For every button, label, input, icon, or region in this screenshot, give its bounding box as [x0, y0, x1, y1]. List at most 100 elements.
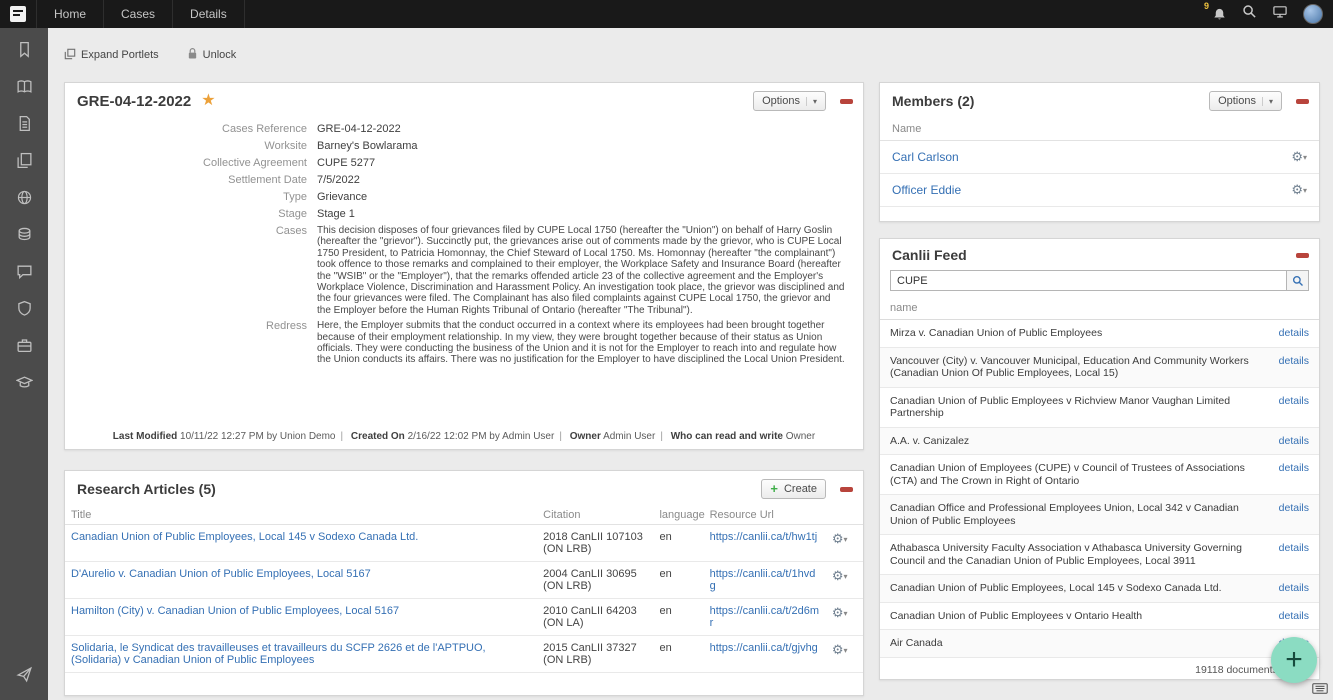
- canlii-column-header: name: [880, 298, 1319, 320]
- case-name: Canadian Office and Professional Employe…: [890, 502, 1269, 527]
- row-actions-gear-icon[interactable]: ⚙▾: [832, 642, 848, 657]
- field-label: Collective Agreement: [77, 157, 307, 170]
- article-citation: 2015 CanLII 37327 (ON LRB): [537, 636, 653, 673]
- field-value: GRE-04-12-2022: [317, 123, 845, 136]
- graduation-icon[interactable]: [16, 374, 33, 396]
- coins-icon[interactable]: [16, 226, 33, 248]
- article-citation: 2004 CanLII 30695 (ON LRB): [537, 562, 653, 599]
- screens-icon[interactable]: [1272, 4, 1288, 24]
- chat-icon[interactable]: [16, 263, 33, 285]
- members-minimize-button[interactable]: [1296, 99, 1309, 104]
- favorite-star-icon[interactable]: ★: [201, 94, 215, 108]
- notifications-bell-icon[interactable]: 9: [1212, 7, 1227, 22]
- case-fields: Cases ReferenceGRE-04-12-2022 WorksiteBa…: [65, 117, 863, 366]
- details-link[interactable]: details: [1279, 327, 1309, 340]
- unlock-button[interactable]: Unlock: [187, 47, 237, 63]
- case-options-button[interactable]: Options▾: [753, 91, 826, 111]
- case-title: GRE-04-12-2022: [77, 93, 191, 110]
- field-label: Settlement Date: [77, 174, 307, 187]
- details-link[interactable]: details: [1279, 435, 1309, 448]
- article-url-link[interactable]: https://canlii.ca/t/2d6mr: [710, 605, 819, 629]
- nav-item-details[interactable]: Details: [172, 0, 245, 28]
- row-actions-gear-icon[interactable]: ⚙▾: [832, 531, 848, 546]
- field-value: CUPE 5277: [317, 157, 845, 170]
- list-item: Canadian Office and Professional Employe…: [880, 495, 1319, 535]
- shield-icon[interactable]: [16, 300, 33, 322]
- article-language: en: [653, 525, 703, 562]
- book-icon[interactable]: [16, 78, 33, 100]
- field-label: Redress: [77, 320, 307, 366]
- bookmark-icon[interactable]: [16, 41, 33, 63]
- members-column-header: Name: [880, 117, 1319, 141]
- search-icon[interactable]: [1242, 4, 1257, 24]
- expand-portlets-button[interactable]: Expand Portlets: [64, 48, 159, 63]
- nav-item-cases[interactable]: Cases: [103, 0, 172, 28]
- globe-icon[interactable]: [16, 189, 33, 211]
- list-item: Canadian Union of Public Employees v Ont…: [880, 603, 1319, 631]
- field-label: Cases: [77, 225, 307, 316]
- table-row: Solidaria, le Syndicat des travailleuses…: [65, 636, 863, 673]
- member-name-link[interactable]: Officer Eddie: [892, 183, 961, 197]
- member-actions-gear-icon[interactable]: ⚙▾: [1291, 182, 1307, 198]
- article-language: en: [653, 599, 703, 636]
- add-fab-button[interactable]: +: [1271, 637, 1317, 683]
- field-value: Stage 1: [317, 208, 845, 221]
- article-language: en: [653, 636, 703, 673]
- article-title-link[interactable]: Solidaria, le Syndicat des travailleuses…: [71, 642, 486, 666]
- row-actions-gear-icon[interactable]: ⚙▾: [832, 605, 848, 620]
- field-label: Cases Reference: [77, 123, 307, 136]
- list-item: A.A. v. Canizalez details: [880, 428, 1319, 456]
- table-row: D'Aurelio v. Canadian Union of Public Em…: [65, 562, 863, 599]
- article-url-link[interactable]: https://canlii.ca/t/1hvdg: [710, 568, 816, 592]
- case-minimize-button[interactable]: [840, 99, 853, 104]
- member-actions-gear-icon[interactable]: ⚙▾: [1291, 149, 1307, 165]
- column-header-citation: Citation: [537, 506, 653, 525]
- canlii-search-input[interactable]: [890, 270, 1286, 291]
- document-icon[interactable]: [16, 115, 33, 137]
- details-link[interactable]: details: [1279, 502, 1309, 527]
- details-link[interactable]: details: [1279, 542, 1309, 567]
- details-link[interactable]: details: [1279, 610, 1309, 623]
- briefcase-icon[interactable]: [16, 337, 33, 359]
- field-value: 7/5/2022: [317, 174, 845, 187]
- plus-icon: +: [770, 484, 778, 494]
- field-value-cases: This decision disposes of four grievance…: [317, 225, 845, 316]
- case-panel: GRE-04-12-2022 ★ Options▾ Cases Referenc…: [64, 82, 864, 450]
- pagination: |< < > >|: [880, 678, 1319, 681]
- field-value: Barney's Bowlarama: [317, 140, 845, 153]
- case-audit-line: Last Modified 10/11/22 12:27 PM by Union…: [65, 431, 863, 442]
- chevron-down-icon: ▾: [806, 97, 817, 106]
- send-icon[interactable]: [16, 666, 33, 688]
- keyboard-icon[interactable]: [1312, 681, 1328, 699]
- article-citation: 2018 CanLII 107103 (ON LRB): [537, 525, 653, 562]
- details-link[interactable]: details: [1279, 462, 1309, 487]
- canlii-search-button[interactable]: [1286, 270, 1309, 291]
- article-title-link[interactable]: D'Aurelio v. Canadian Union of Public Em…: [71, 568, 371, 580]
- canlii-results-list: Mirza v. Canadian Union of Public Employ…: [880, 320, 1319, 658]
- article-url-link[interactable]: https://canlii.ca/t/gjvhg: [710, 642, 818, 654]
- notification-count-badge: 9: [1204, 1, 1209, 11]
- field-label: Stage: [77, 208, 307, 221]
- member-name-link[interactable]: Carl Carlson: [892, 150, 959, 164]
- canlii-minimize-button[interactable]: [1296, 253, 1309, 258]
- article-url-link[interactable]: https://canlii.ca/t/hw1tj: [710, 531, 818, 543]
- members-options-button[interactable]: Options▾: [1209, 91, 1282, 111]
- row-actions-gear-icon[interactable]: ⚙▾: [832, 568, 848, 583]
- details-link[interactable]: details: [1279, 582, 1309, 595]
- details-link[interactable]: details: [1279, 395, 1309, 420]
- case-name: Canadian Union of Public Employees v Ric…: [890, 395, 1269, 420]
- research-minimize-button[interactable]: [840, 487, 853, 492]
- user-avatar[interactable]: [1303, 4, 1323, 24]
- article-title-link[interactable]: Hamilton (City) v. Canadian Union of Pub…: [71, 605, 399, 617]
- field-value-redress: Here, the Employer submits that the cond…: [317, 320, 845, 366]
- column-header-language: language: [653, 506, 703, 525]
- details-link[interactable]: details: [1279, 355, 1309, 380]
- table-row: Canadian Union of Public Employees, Loca…: [65, 525, 863, 562]
- case-name: A.A. v. Canizalez: [890, 435, 969, 448]
- list-item: Canadian Union of Employees (CUPE) v Cou…: [880, 455, 1319, 495]
- app-logo-icon[interactable]: [0, 0, 36, 28]
- article-title-link[interactable]: Canadian Union of Public Employees, Loca…: [71, 531, 418, 543]
- documents-icon[interactable]: [16, 152, 33, 174]
- nav-item-home[interactable]: Home: [36, 0, 103, 28]
- create-button[interactable]: +Create: [761, 479, 826, 499]
